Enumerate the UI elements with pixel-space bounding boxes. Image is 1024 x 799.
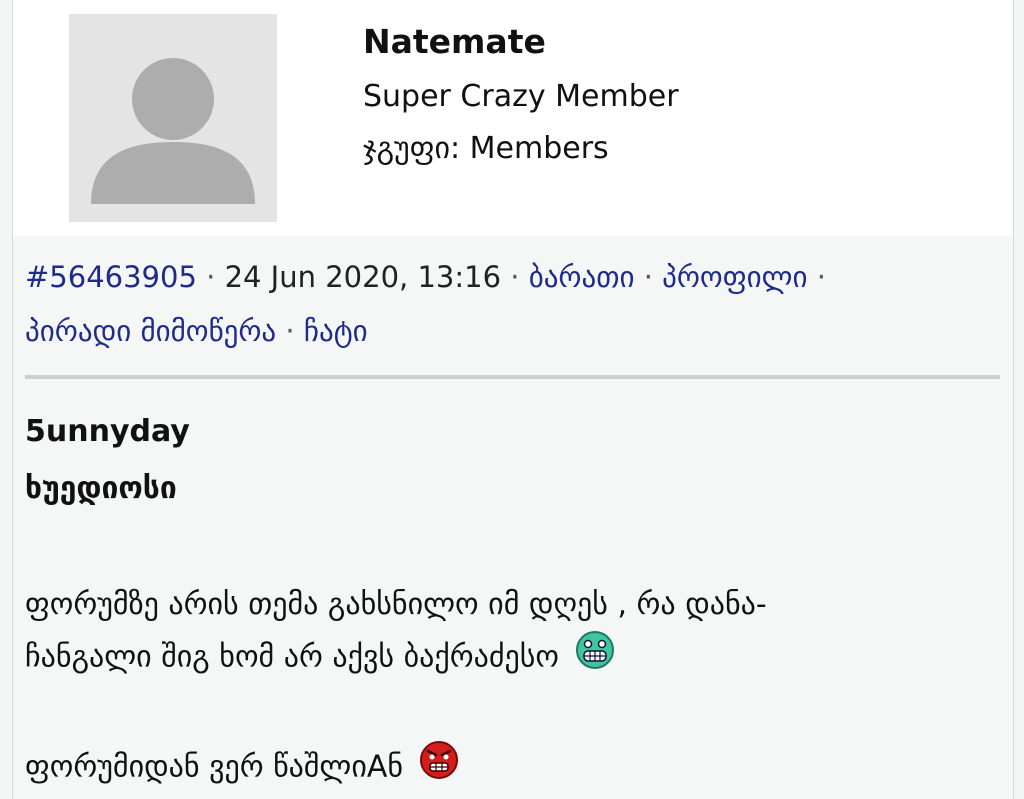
avatar[interactable] [69,14,277,222]
separator: · [285,314,295,348]
card-link[interactable]: ბარათი [529,260,635,294]
author-name[interactable]: Natemate [363,22,679,62]
private-message-link[interactable]: პირადი მიმოწერა [25,314,276,348]
quote-header: 5unnyday ხუედიოსი [25,412,190,509]
post-body: ფორუმზე არის თემა გახსნილო იმ დღეს , რა … [25,580,1000,686]
angry-face-icon [419,740,459,796]
post-meta: #56463905 · 24 Jun 2020, 13:16 · ბარათი … [25,250,1000,358]
post-datetime: 24 Jun 2020, 13:16 [224,260,502,294]
separator: · [643,260,653,294]
chat-link[interactable]: ჩატი [304,314,368,348]
separator: · [206,260,216,294]
post-id-link[interactable]: #56463905 [25,260,197,294]
body-line: ფორუმზე არის თემა გახსნილო იმ დღეს , რა … [25,587,767,622]
quote-title: ხუედიოსი [25,471,177,506]
separator: · [816,260,826,294]
divider [25,375,1000,379]
body-line: ჩანგალი შიგ ხომ არ აქვს ბაქრაძესო [25,639,560,675]
author-info: Natemate Super Crazy Member ჯგუფი: Membe… [363,22,679,169]
body-line: ფორუმიდან ვერ წაშლიАნ [25,749,404,785]
separator: · [510,260,520,294]
profile-link[interactable]: პროფილი [662,260,807,294]
grinning-face-icon [575,630,615,686]
user-silhouette-icon [91,58,255,204]
post-container: Natemate Super Crazy Member ჯგუფი: Membe… [12,0,1014,799]
body-paragraph: ფორუმიდან ვერ წაშლიАნ [25,740,459,796]
author-group: ჯგუფი: Members [363,131,609,166]
quote-author[interactable]: 5unnyday [25,412,190,452]
author-title: Super Crazy Member [363,79,679,114]
author-card: Natemate Super Crazy Member ჯგუფი: Membe… [13,0,1013,236]
body-line-with-emoji: ჩანგალი შიგ ხომ არ აქვს ბაქრაძესო [25,630,1000,686]
